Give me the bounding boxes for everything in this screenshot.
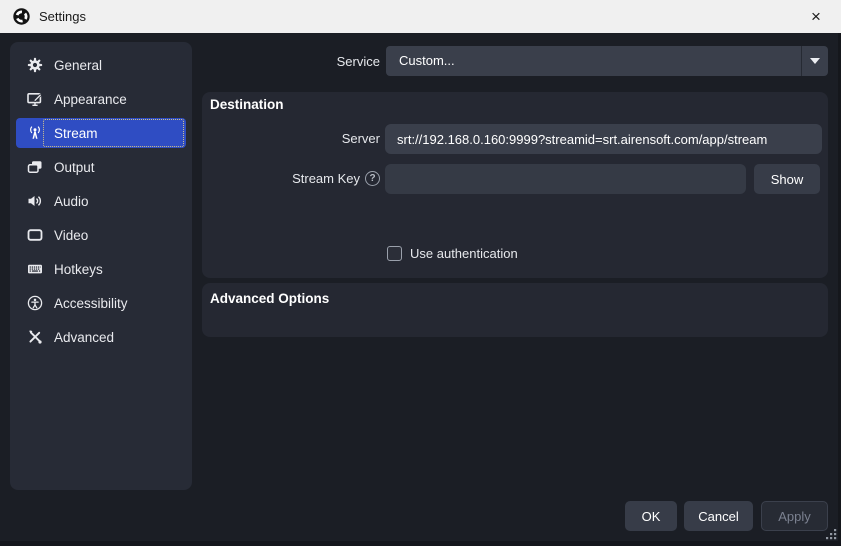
- sidebar-item-label: Accessibility: [54, 296, 128, 311]
- sidebar-item-label: Appearance: [54, 92, 127, 107]
- use-authentication-label[interactable]: Use authentication: [410, 246, 518, 261]
- destination-header: Destination: [210, 97, 284, 112]
- advanced-options-section: Advanced Options: [202, 283, 828, 337]
- sidebar-item-hotkeys[interactable]: Hotkeys: [16, 254, 186, 284]
- gear-icon: [27, 57, 43, 73]
- server-input[interactable]: [385, 124, 822, 154]
- window-title: Settings: [39, 9, 86, 24]
- close-button[interactable]: ×: [799, 0, 833, 33]
- obs-logo-icon: [13, 8, 30, 25]
- broadcast-icon: [27, 125, 43, 141]
- ok-button[interactable]: OK: [625, 501, 677, 531]
- destination-section: Destination Server Stream Key ? Show Use…: [202, 92, 828, 278]
- use-authentication-checkbox[interactable]: [387, 246, 402, 261]
- sidebar-item-label: Video: [54, 228, 88, 243]
- sidebar-item-general[interactable]: General: [16, 50, 186, 80]
- service-dropdown-arrow-zone[interactable]: [801, 46, 828, 76]
- advanced-options-header: Advanced Options: [210, 291, 329, 306]
- server-label: Server: [202, 131, 380, 146]
- display-icon: [27, 227, 43, 243]
- sidebar-item-appearance[interactable]: Appearance: [16, 84, 186, 114]
- speaker-icon: [27, 193, 43, 209]
- service-label: Service: [202, 54, 380, 69]
- chevron-down-icon: [810, 58, 820, 64]
- sidebar-item-accessibility[interactable]: Accessibility: [16, 288, 186, 318]
- sidebar-item-label: Advanced: [54, 330, 114, 345]
- cancel-button[interactable]: Cancel: [684, 501, 753, 531]
- stream-key-label: Stream Key: [292, 171, 360, 186]
- service-selected-value: Custom...: [399, 53, 455, 68]
- sidebar-item-label: Stream: [54, 126, 98, 141]
- sidebar-item-audio[interactable]: Audio: [16, 186, 186, 216]
- sidebar-item-advanced[interactable]: Advanced: [16, 322, 186, 352]
- sidebar-item-output[interactable]: Output: [16, 152, 186, 182]
- stream-key-input[interactable]: [385, 164, 746, 194]
- sidebar-item-stream[interactable]: Stream: [16, 118, 186, 148]
- settings-window: Settings × General A: [0, 0, 841, 546]
- sidebar-item-label: Hotkeys: [54, 262, 103, 277]
- resize-grip[interactable]: [826, 529, 837, 540]
- tools-icon: [27, 329, 43, 345]
- show-stream-key-button[interactable]: Show: [754, 164, 820, 194]
- service-select[interactable]: Custom...: [386, 46, 828, 76]
- apply-button[interactable]: Apply: [761, 501, 828, 531]
- settings-sidebar: General Appearance Stream: [10, 42, 192, 490]
- help-icon[interactable]: ?: [365, 171, 380, 186]
- sidebar-item-label: Output: [54, 160, 95, 175]
- stream-key-label-row: Stream Key ?: [202, 171, 380, 186]
- keyboard-icon: [27, 261, 43, 277]
- titlebar: Settings ×: [0, 0, 841, 33]
- sidebar-item-label: Audio: [54, 194, 89, 209]
- accessibility-icon: [27, 295, 43, 311]
- window-bottom-border: [0, 541, 841, 546]
- sidebar-item-label: General: [54, 58, 102, 73]
- output-displays-icon: [27, 159, 43, 175]
- monitor-edit-icon: [27, 91, 43, 107]
- sidebar-item-video[interactable]: Video: [16, 220, 186, 250]
